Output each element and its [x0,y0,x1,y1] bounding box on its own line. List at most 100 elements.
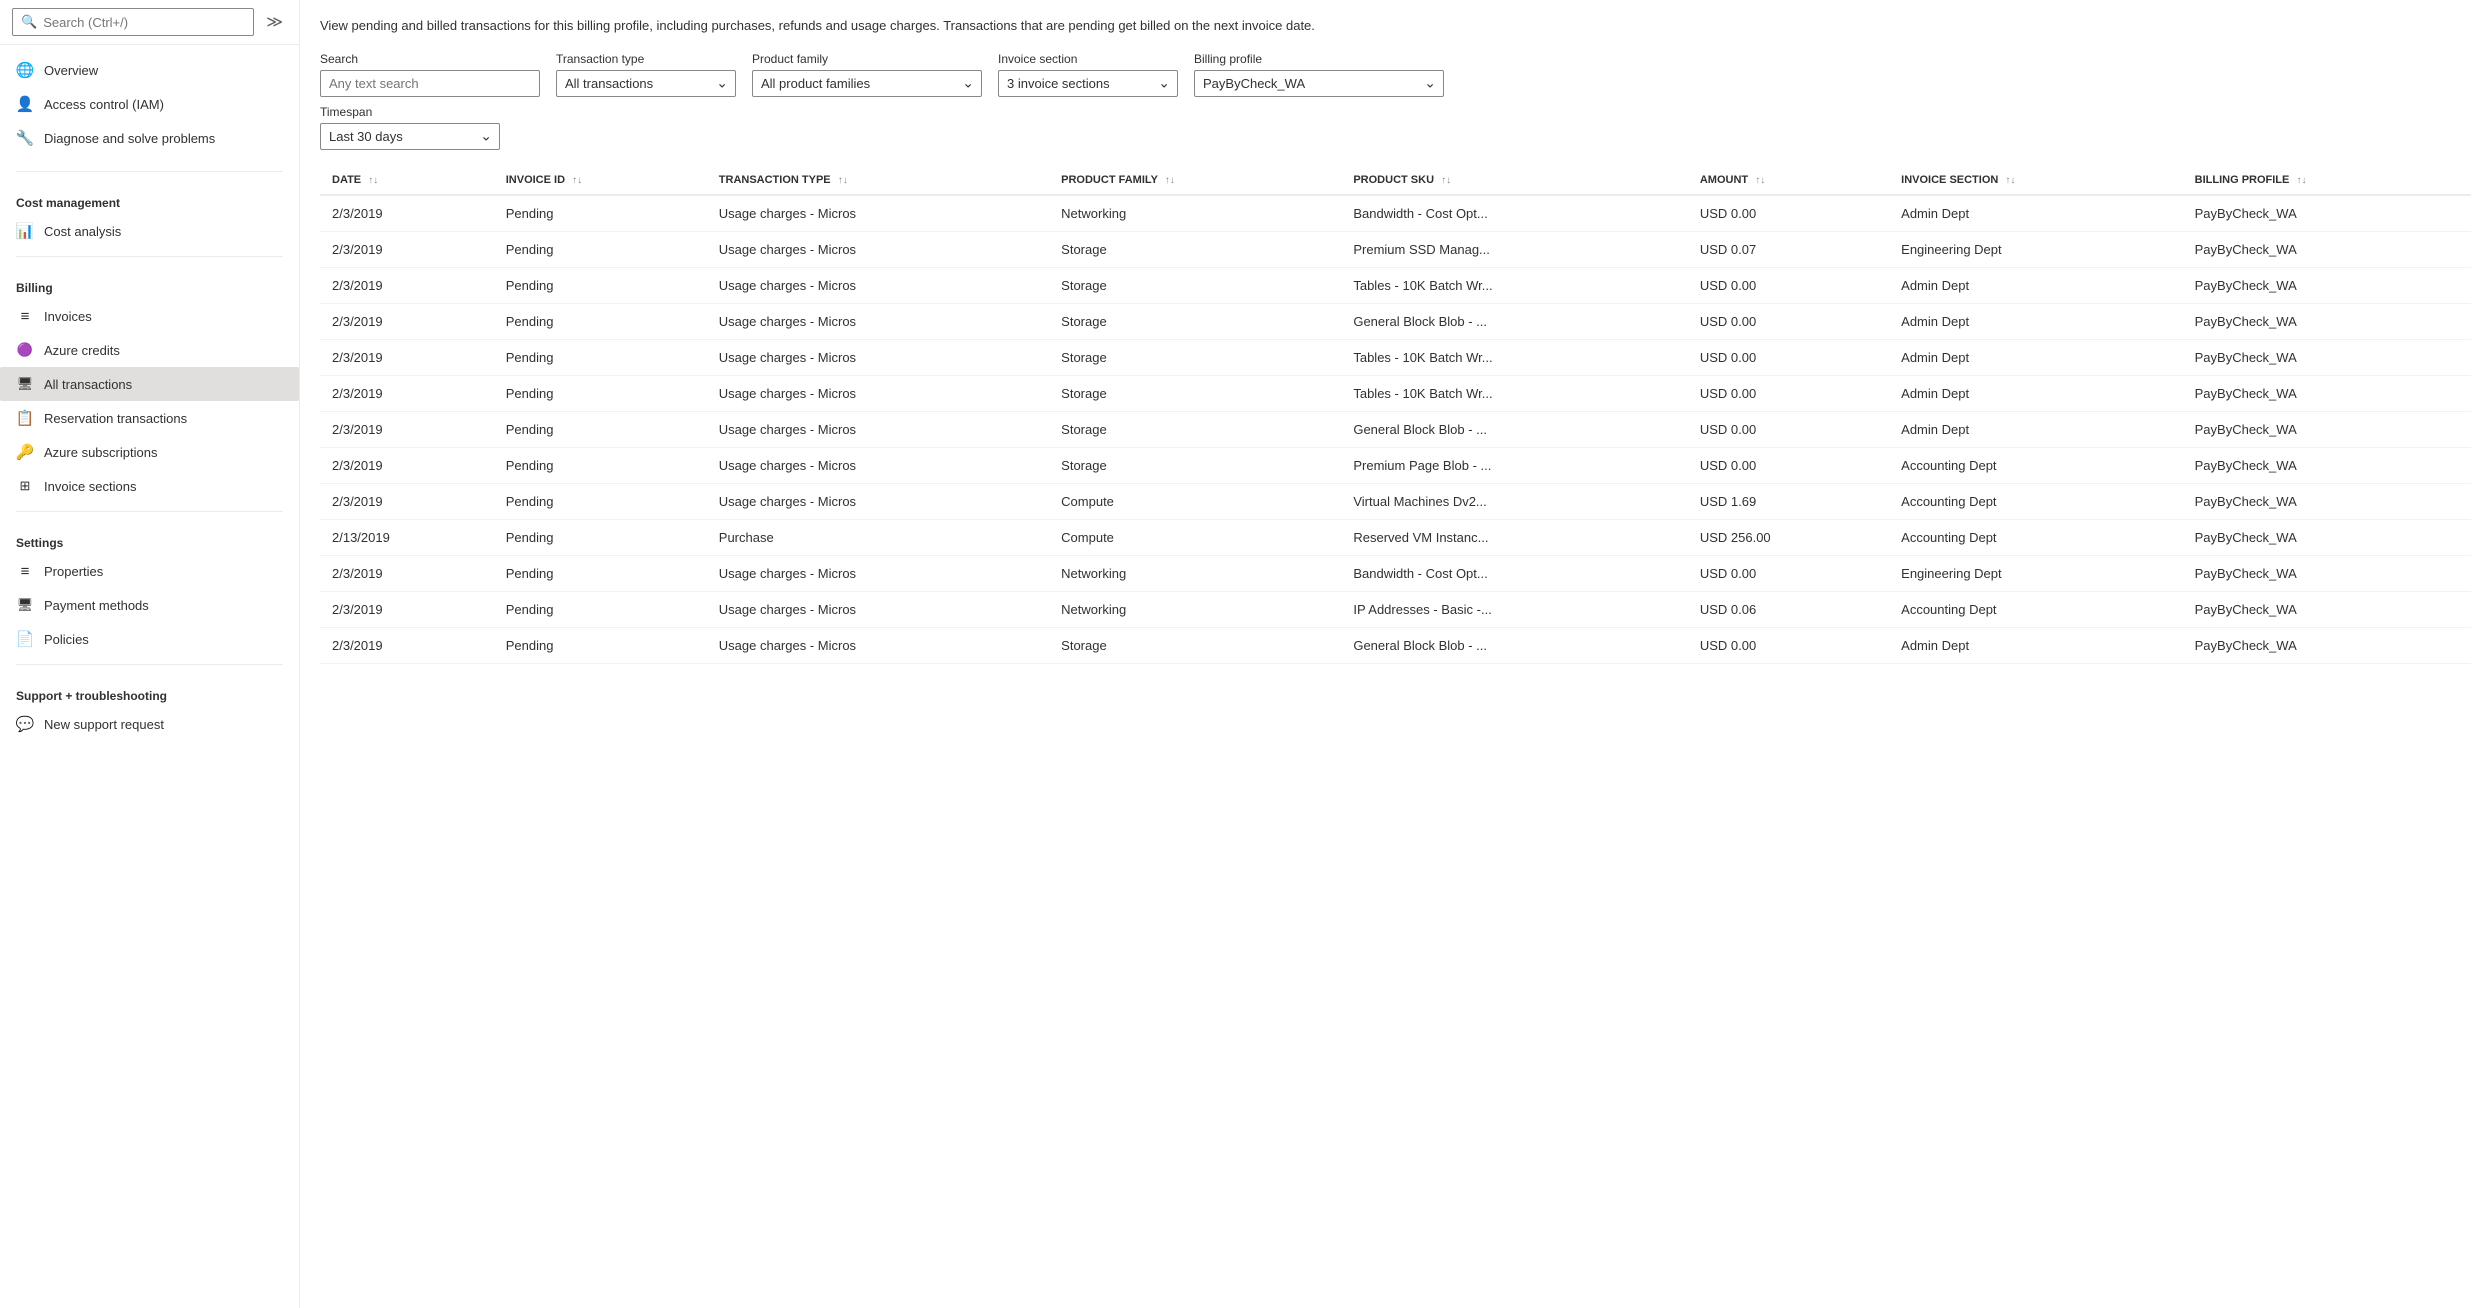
search-box[interactable]: 🔍 [12,8,254,36]
all-transactions-icon: 🖥 [16,375,34,393]
table-cell[interactable]: Admin Dept [1889,195,2182,232]
diagnose-icon: 🔧 [16,129,34,147]
table-cell[interactable]: PayByCheck_WA [2183,519,2471,555]
col-transaction-type[interactable]: TRANSACTION TYPE ↑↓ [707,166,1049,195]
table-cell: USD 0.00 [1688,411,1889,447]
table-cell[interactable]: Engineering Dept [1889,231,2182,267]
product-family-wrapper: All product families [752,70,982,97]
table-cell[interactable]: PayByCheck_WA [2183,447,2471,483]
search-filter-input[interactable] [320,70,540,97]
table-cell[interactable]: Accounting Dept [1889,483,2182,519]
table-cell[interactable]: Accounting Dept [1889,591,2182,627]
table-cell[interactable]: Accounting Dept [1889,447,2182,483]
table-row: 2/3/2019PendingUsage charges - MicrosNet… [320,591,2471,627]
sidebar-item-invoice-sections[interactable]: ⊞ Invoice sections [0,469,299,503]
table-cell[interactable]: Admin Dept [1889,267,2182,303]
table-cell[interactable]: PayByCheck_WA [2183,555,2471,591]
table-cell[interactable]: Admin Dept [1889,627,2182,663]
sidebar-item-overview[interactable]: 🌐 Overview [0,53,299,87]
iam-icon: 👤 [16,95,34,113]
table-cell[interactable]: Accounting Dept [1889,519,2182,555]
table-cell[interactable]: PayByCheck_WA [2183,483,2471,519]
filters-row-2: Timespan Last 30 days [320,105,2471,150]
transaction-type-select[interactable]: All transactions [556,70,736,97]
billing-profile-select[interactable]: PayByCheck_WA [1194,70,1444,97]
sidebar-item-invoices[interactable]: ≡ Invoices [0,299,299,333]
table-cell: 2/3/2019 [320,627,494,663]
sidebar-item-label: Access control (IAM) [44,97,164,112]
table-cell: Pending [494,231,707,267]
sidebar-item-azure-credits[interactable]: 🟣 Azure credits [0,333,299,367]
table-cell: Compute [1049,483,1341,519]
collapse-button[interactable]: ≫ [262,8,287,36]
section-label-settings: Settings [0,520,299,554]
product-family-label: Product family [752,52,982,66]
table-header-row: DATE ↑↓ INVOICE ID ↑↓ TRANSACTION TYPE ↑… [320,166,2471,195]
sidebar-item-label: All transactions [44,377,132,392]
table-cell: USD 0.00 [1688,627,1889,663]
table-cell[interactable]: Admin Dept [1889,303,2182,339]
search-input[interactable] [43,15,245,30]
table-cell[interactable]: Admin Dept [1889,339,2182,375]
support-icon: 💬 [16,715,34,733]
table-row: 2/13/2019PendingPurchaseComputeReserved … [320,519,2471,555]
table-cell: Virtual Machines Dv2... [1341,483,1688,519]
sidebar-item-azure-subscriptions[interactable]: 🔑 Azure subscriptions [0,435,299,469]
table-cell[interactable]: PayByCheck_WA [2183,267,2471,303]
table-cell: Usage charges - Micros [707,447,1049,483]
table-cell[interactable]: PayByCheck_WA [2183,375,2471,411]
table-row: 2/3/2019PendingUsage charges - MicrosSto… [320,231,2471,267]
table-cell: Tables - 10K Batch Wr... [1341,375,1688,411]
table-row: 2/3/2019PendingUsage charges - MicrosCom… [320,483,2471,519]
sidebar-item-all-transactions[interactable]: 🖥 All transactions [0,367,299,401]
table-cell: 2/3/2019 [320,375,494,411]
sidebar-item-properties[interactable]: ≡ Properties [0,554,299,588]
table-cell[interactable]: Admin Dept [1889,411,2182,447]
col-invoice-id[interactable]: INVOICE ID ↑↓ [494,166,707,195]
table-row: 2/3/2019PendingUsage charges - MicrosSto… [320,267,2471,303]
table-cell[interactable]: PayByCheck_WA [2183,231,2471,267]
table-cell: Storage [1049,231,1341,267]
table-cell[interactable]: PayByCheck_WA [2183,303,2471,339]
invoice-section-select[interactable]: 3 invoice sections [998,70,1178,97]
table-cell[interactable]: PayByCheck_WA [2183,339,2471,375]
timespan-select[interactable]: Last 30 days [320,123,500,150]
table-cell[interactable]: Engineering Dept [1889,555,2182,591]
table-cell[interactable]: PayByCheck_WA [2183,411,2471,447]
table-cell[interactable]: PayByCheck_WA [2183,591,2471,627]
sidebar-item-cost-analysis[interactable]: 📊 Cost analysis [0,214,299,248]
col-invoice-section[interactable]: INVOICE SECTION ↑↓ [1889,166,2182,195]
table-cell: 2/3/2019 [320,555,494,591]
sidebar-item-access-control[interactable]: 👤 Access control (IAM) [0,87,299,121]
col-billing-profile[interactable]: BILLING PROFILE ↑↓ [2183,166,2471,195]
filter-group-timespan: Timespan Last 30 days [320,105,500,150]
col-product-family[interactable]: PRODUCT FAMILY ↑↓ [1049,166,1341,195]
sidebar-item-label: Reservation transactions [44,411,187,426]
table-cell[interactable]: PayByCheck_WA [2183,195,2471,232]
page-description: View pending and billed transactions for… [320,16,2471,36]
sidebar-item-new-support[interactable]: 💬 New support request [0,707,299,741]
search-filter-label: Search [320,52,540,66]
table-cell: Pending [494,267,707,303]
sidebar-item-label: Payment methods [44,598,149,613]
product-family-select[interactable]: All product families [752,70,982,97]
table-cell: Storage [1049,411,1341,447]
sidebar-item-reservation-transactions[interactable]: 📋 Reservation transactions [0,401,299,435]
sidebar-item-diagnose[interactable]: 🔧 Diagnose and solve problems [0,121,299,155]
table-cell: Usage charges - Micros [707,555,1049,591]
sidebar-item-label: Invoices [44,309,92,324]
cost-analysis-icon: 📊 [16,222,34,240]
table-cell: USD 0.07 [1688,231,1889,267]
sidebar-item-label: Azure subscriptions [44,445,157,460]
col-date[interactable]: DATE ↑↓ [320,166,494,195]
col-product-sku[interactable]: PRODUCT SKU ↑↓ [1341,166,1688,195]
table-cell[interactable]: Admin Dept [1889,375,2182,411]
sidebar-item-payment-methods[interactable]: 🖥 Payment methods [0,588,299,622]
timespan-label: Timespan [320,105,500,119]
table-cell: Storage [1049,375,1341,411]
table-cell: Pending [494,519,707,555]
col-amount[interactable]: AMOUNT ↑↓ [1688,166,1889,195]
sidebar-item-policies[interactable]: 📄 Policies [0,622,299,656]
table-row: 2/3/2019PendingUsage charges - MicrosSto… [320,447,2471,483]
table-cell[interactable]: PayByCheck_WA [2183,627,2471,663]
